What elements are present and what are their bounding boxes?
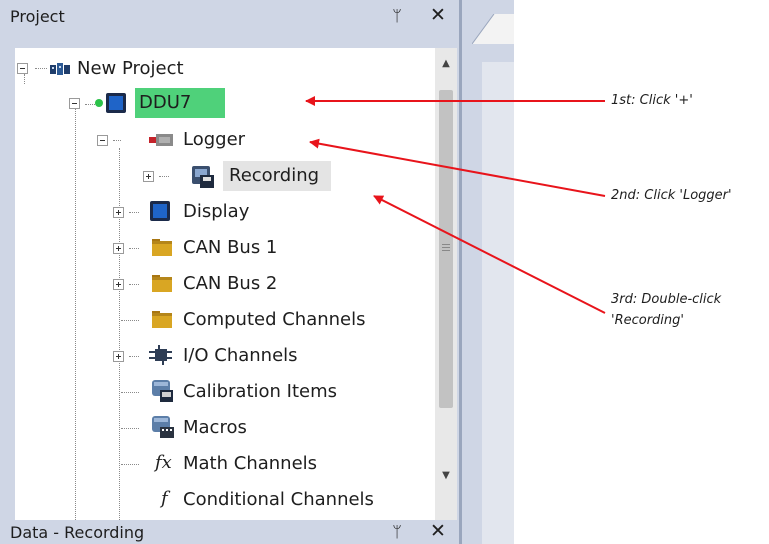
annotation-step2: 2nd: Click 'Logger' xyxy=(611,188,732,203)
arrow-step3 xyxy=(373,195,606,314)
annotation-step1: 1st: Click '+' xyxy=(611,93,693,108)
annotation-step3-line2: 'Recording' xyxy=(611,313,684,328)
annotation-arrows xyxy=(305,96,606,314)
annotation-step3-line1: 3rd: Double-click xyxy=(611,292,722,307)
arrow-step2 xyxy=(309,138,606,197)
